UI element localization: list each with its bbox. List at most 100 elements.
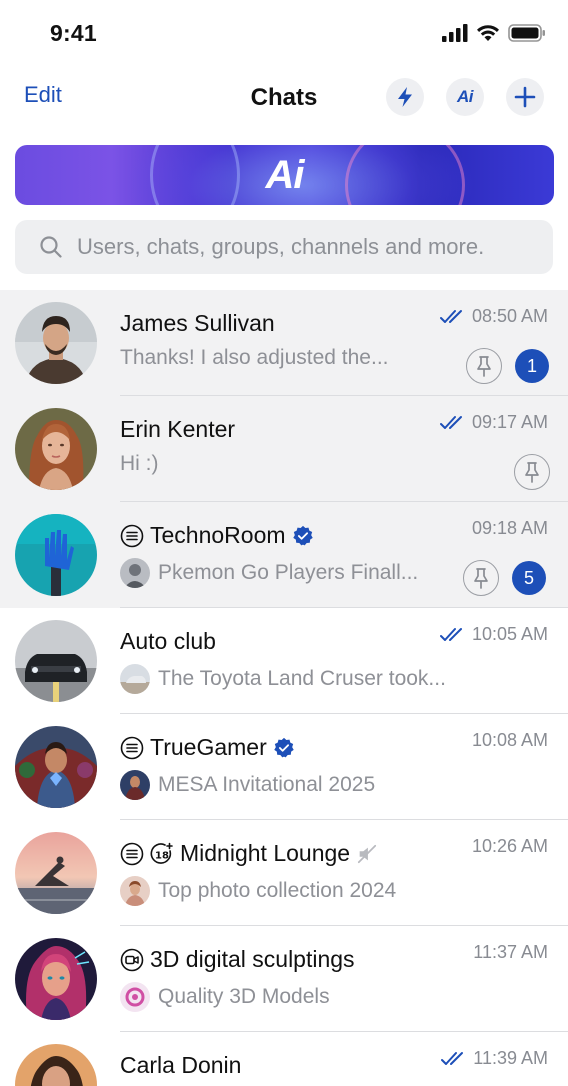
chat-preview: MESA Invitational 2025 xyxy=(120,770,375,800)
chat-row[interactable]: James Sullivan 08:50 AM Thanks! I also a… xyxy=(0,290,568,396)
chat-name-line: TechnoRoom xyxy=(120,522,314,549)
chat-preview: The Toyota Land Cruser took... xyxy=(120,664,446,694)
chat-name: Midnight Lounge xyxy=(180,840,351,866)
double-check-icon xyxy=(439,309,462,323)
chat-list: James Sullivan 08:50 AM Thanks! I also a… xyxy=(0,290,568,1086)
chat-name-line: 3D digital sculptings xyxy=(120,946,355,973)
channel-icon xyxy=(120,736,144,759)
chat-name: TechnoRoom xyxy=(150,522,286,548)
double-check-icon xyxy=(439,627,462,641)
chat-time: 09:17 AM xyxy=(471,412,548,432)
avatar xyxy=(15,1044,97,1086)
svg-text:18: 18 xyxy=(155,850,169,861)
chat-time: 10:05 AM xyxy=(471,624,548,644)
chat-meta: 10:05 AM xyxy=(439,624,548,645)
banner-ai-logo: Ai xyxy=(265,153,305,197)
search-placeholder: Users, chats, groups, channels and more. xyxy=(77,234,485,259)
channel-icon xyxy=(120,524,144,547)
sender-avatar xyxy=(120,982,150,1012)
lightning-icon xyxy=(398,87,412,107)
chat-time: 09:18 AM xyxy=(471,518,548,538)
ai-button[interactable]: Ai xyxy=(446,78,484,116)
unread-badge: 1 xyxy=(515,349,549,383)
cellular-signal-icon xyxy=(442,24,468,42)
chat-preview: Top photo collection 2024 xyxy=(120,876,396,906)
avatar xyxy=(15,938,97,1020)
verified-icon xyxy=(292,525,313,545)
chat-meta: 10:26 AM xyxy=(472,836,548,857)
pin-icon xyxy=(525,462,539,483)
chat-preview: Quality 3D Models xyxy=(120,982,330,1012)
age-restricted-18-icon: 18 xyxy=(150,842,173,864)
chat-message: The Toyota Land Cruser took... xyxy=(158,667,446,690)
pin-button[interactable] xyxy=(466,348,502,384)
chat-message: MESA Invitational 2025 xyxy=(158,773,376,796)
status-bar: 9:41 xyxy=(0,0,568,66)
chat-message: Top photo collection 2024 xyxy=(158,879,397,902)
chat-preview: Hi :) xyxy=(120,452,159,476)
sender-avatar xyxy=(120,876,150,906)
chat-name: Carla Donin xyxy=(120,1052,242,1078)
new-chat-button[interactable] xyxy=(506,78,544,116)
chat-name-line: James Sullivan xyxy=(120,310,275,337)
chat-time: 10:26 AM xyxy=(471,836,548,856)
video-channel-icon xyxy=(120,948,144,971)
chat-time: 10:08 AM xyxy=(471,730,548,750)
search-icon xyxy=(40,236,62,258)
avatar xyxy=(15,408,97,490)
nav-header: Edit Chats Ai xyxy=(0,72,568,124)
search-input[interactable]: Users, chats, groups, channels and more. xyxy=(15,220,553,274)
chat-row[interactable]: Carla Donin 11:39 AM xyxy=(0,1032,568,1086)
page-title-text: Chats xyxy=(250,84,318,111)
ai-icon: Ai xyxy=(457,87,474,106)
chat-meta: 10:08 AM xyxy=(472,730,548,751)
channel-icon xyxy=(120,842,144,865)
chat-name: TrueGamer xyxy=(150,734,267,760)
chat-row[interactable]: Erin Kenter 09:17 AM Hi :) xyxy=(0,396,568,502)
sender-avatar xyxy=(120,558,150,588)
chat-name-line: Carla Donin xyxy=(120,1052,241,1079)
chat-name-line: TrueGamer xyxy=(120,734,295,761)
chat-meta: 09:17 AM xyxy=(439,412,548,433)
chat-name-line: Erin Kenter xyxy=(120,416,235,443)
avatar xyxy=(15,302,97,384)
chat-name: Auto club xyxy=(120,628,216,654)
battery-icon xyxy=(508,24,545,42)
chat-message: Pkemon Go Players Finall... xyxy=(158,561,419,584)
chat-preview: Thanks! I also adjusted the... xyxy=(120,346,389,370)
avatar xyxy=(15,514,97,596)
lightning-button[interactable] xyxy=(386,78,424,116)
chat-meta: 09:18 AM xyxy=(472,518,548,539)
chat-row[interactable]: 18 Midnight Lounge 10:26 AM Top photo co… xyxy=(0,820,568,926)
chat-row[interactable]: TrueGamer 10:08 AM MESA Invitational 202… xyxy=(0,714,568,820)
chat-name-line: 18 Midnight Lounge xyxy=(120,840,378,867)
pin-button[interactable] xyxy=(463,560,499,596)
status-icons xyxy=(442,24,546,42)
avatar xyxy=(15,620,97,702)
chat-meta: 11:37 AM xyxy=(473,942,548,963)
wifi-icon xyxy=(477,25,499,41)
sender-avatar xyxy=(120,664,150,694)
chat-name: Erin Kenter xyxy=(120,416,236,442)
avatar xyxy=(15,726,97,808)
pin-button[interactable] xyxy=(514,454,550,490)
chat-message: Quality 3D Models xyxy=(158,985,330,1008)
avatar xyxy=(15,832,97,914)
chat-row[interactable]: Auto club 10:05 AM The Toyota Land Cruse… xyxy=(0,608,568,714)
double-check-icon xyxy=(441,1051,464,1065)
muted-icon xyxy=(358,844,377,863)
chat-name-line: Auto club xyxy=(120,628,216,655)
chat-row[interactable]: 3D digital sculptings 11:37 AM Quality 3… xyxy=(0,926,568,1032)
plus-icon xyxy=(514,86,536,108)
verified-icon xyxy=(274,737,294,757)
unread-badge: 5 xyxy=(512,561,546,595)
chat-name: James Sullivan xyxy=(120,310,275,336)
pin-icon xyxy=(477,356,491,377)
ai-banner[interactable]: Ai xyxy=(15,145,554,205)
pin-icon xyxy=(474,568,488,589)
chat-name: 3D digital sculptings xyxy=(150,946,355,972)
chat-row[interactable]: TechnoRoom 09:18 AM Pkemon Go Players Fi… xyxy=(0,502,568,608)
chat-message: Hi :) xyxy=(120,452,159,475)
status-time: 9:41 xyxy=(50,20,97,46)
chat-meta: 08:50 AM xyxy=(439,306,548,327)
